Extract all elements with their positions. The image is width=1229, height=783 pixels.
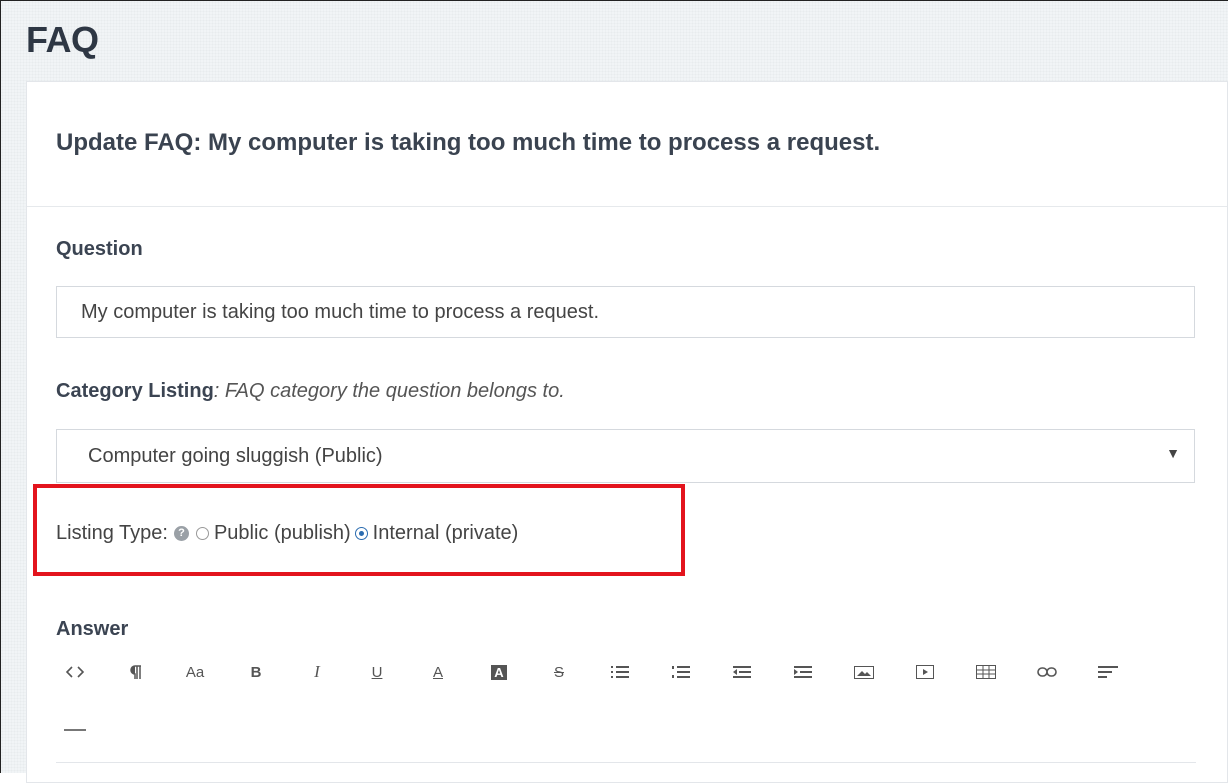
image-icon[interactable] — [846, 658, 882, 686]
font-color-icon[interactable]: A — [420, 658, 456, 686]
category-select[interactable]: Computer going sluggish (Public) ▼ — [56, 429, 1195, 483]
bold-icon[interactable]: B — [238, 658, 274, 686]
faq-form-panel: Update FAQ: My computer is taking too mu… — [26, 81, 1228, 783]
horizontal-rule-icon[interactable] — [57, 716, 93, 744]
align-icon[interactable] — [1090, 658, 1126, 686]
editor-toolbar: Aa B I U A A S — [56, 648, 1196, 752]
strikethrough-icon[interactable]: S — [541, 658, 577, 686]
unordered-list-icon[interactable] — [602, 658, 638, 686]
answer-label: Answer — [56, 618, 129, 640]
font-size-icon[interactable]: Aa — [177, 658, 213, 686]
radio-public-label[interactable]: Public (publish) — [214, 522, 351, 545]
dropdown-caret-icon: ▼ — [1166, 445, 1180, 461]
radio-internal-label[interactable]: Internal (private) — [373, 522, 519, 545]
radio-public[interactable] — [195, 527, 209, 540]
category-label-row: Category Listing: FAQ category the quest… — [56, 380, 565, 403]
paragraph-icon[interactable] — [118, 658, 154, 686]
category-label: Category Listing — [56, 380, 214, 402]
code-view-icon[interactable] — [57, 658, 93, 686]
link-icon[interactable] — [1029, 658, 1065, 686]
panel-title: Update FAQ: My computer is taking too mu… — [56, 129, 881, 156]
category-separator: : — [213, 380, 225, 402]
page-background: FAQ Update FAQ: My computer is taking to… — [0, 0, 1228, 783]
radio-internal[interactable] — [354, 527, 368, 540]
question-circle-icon[interactable]: ? — [173, 526, 189, 541]
table-icon[interactable] — [968, 658, 1004, 686]
editor-border — [56, 762, 1196, 763]
listing-type-label: Listing Type: — [56, 522, 168, 544]
listing-type-row: Listing Type: ? Public (publish) Interna… — [56, 522, 518, 545]
page-title: FAQ — [26, 19, 99, 60]
category-selected-value: Computer going sluggish (Public) — [88, 445, 383, 467]
background-color-glyph: A — [491, 664, 507, 680]
outdent-icon[interactable] — [724, 658, 760, 686]
italic-icon[interactable]: I — [299, 658, 335, 686]
ordered-list-icon[interactable] — [663, 658, 699, 686]
question-input[interactable]: My computer is taking too much time to p… — [56, 286, 1195, 338]
question-label: Question — [56, 238, 143, 260]
underline-icon[interactable]: U — [359, 658, 395, 686]
category-help-text: FAQ category the question belongs to. — [224, 380, 565, 402]
background-color-icon[interactable]: A — [481, 658, 517, 686]
panel-header: Update FAQ: My computer is taking too mu… — [27, 82, 1227, 207]
indent-icon[interactable] — [785, 658, 821, 686]
video-icon[interactable] — [907, 658, 943, 686]
